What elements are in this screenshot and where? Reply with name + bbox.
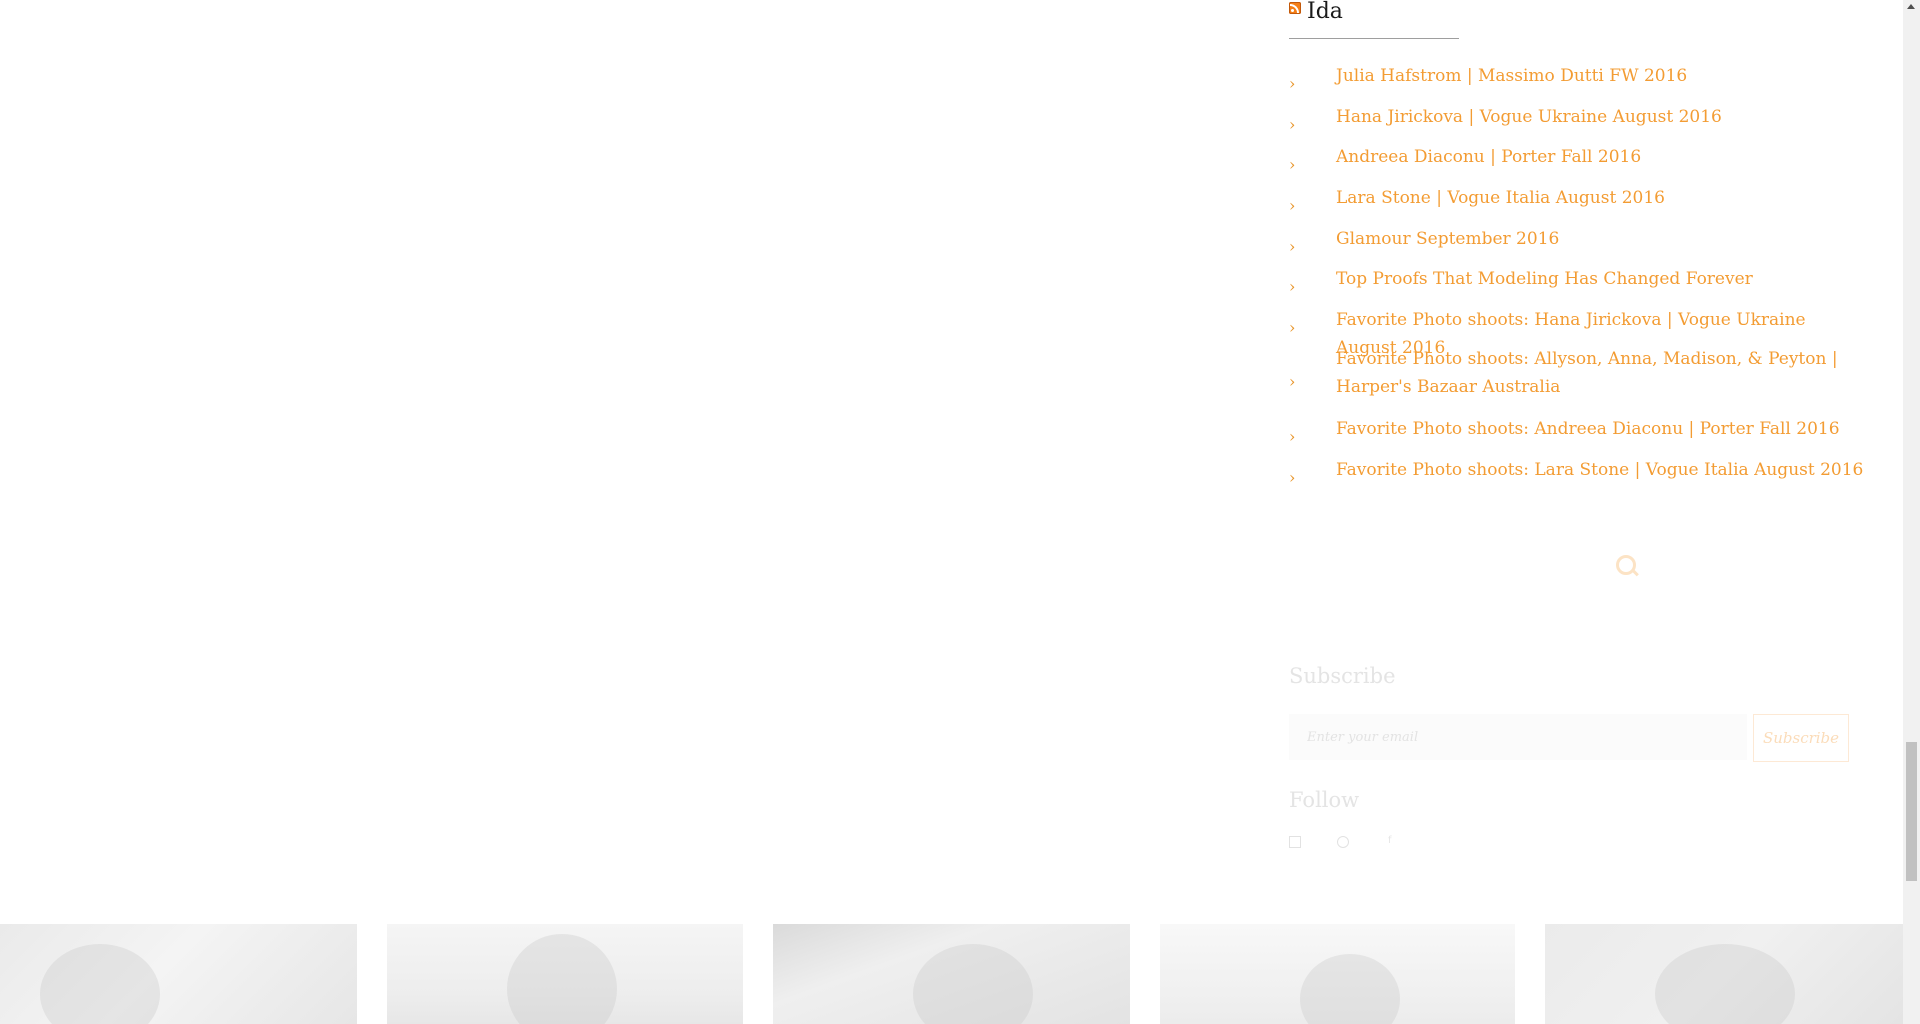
post-link[interactable]: Favorite Photo shoots: Lara Stone | Vogu… — [1336, 456, 1866, 484]
post-link[interactable]: Glamour September 2016 — [1336, 225, 1866, 253]
search-icon-handle — [1631, 568, 1639, 577]
portrait-shape — [1655, 944, 1795, 1024]
scroll-up-arrow-icon[interactable] — [1907, 4, 1915, 9]
post-link[interactable]: Top Proofs That Modeling Has Changed For… — [1336, 265, 1866, 293]
post-link[interactable]: Hana Jirickova | Vogue Ukraine August 20… — [1336, 103, 1866, 131]
instagram-icon[interactable] — [1289, 836, 1301, 848]
subscribe-heading: Subscribe — [1289, 664, 1396, 688]
chevron-right-icon: › — [1289, 427, 1296, 446]
search-icon[interactable] — [1616, 555, 1639, 577]
gallery-image[interactable] — [0, 924, 357, 1024]
pinterest-icon[interactable] — [1337, 836, 1349, 848]
chevron-right-icon: › — [1289, 74, 1296, 93]
post-link[interactable]: Favorite Photo shoots: Allyson, Anna, Ma… — [1336, 345, 1866, 401]
chevron-right-icon: › — [1289, 277, 1296, 296]
chevron-right-icon: › — [1289, 155, 1296, 174]
chevron-right-icon: › — [1289, 115, 1296, 134]
portrait-shape — [40, 944, 160, 1024]
chevron-right-icon: › — [1289, 318, 1296, 337]
gallery-image[interactable] — [1160, 924, 1515, 1024]
instagram-gallery — [0, 924, 1903, 1024]
email-field[interactable] — [1289, 714, 1747, 760]
follow-heading: Follow — [1289, 788, 1360, 812]
post-link[interactable]: Favorite Photo shoots: Andreea Diaconu |… — [1336, 415, 1866, 443]
gallery-image[interactable] — [773, 924, 1130, 1024]
chevron-right-icon: › — [1289, 196, 1296, 215]
gallery-image[interactable] — [1545, 924, 1903, 1024]
chevron-right-icon: › — [1289, 237, 1296, 256]
scrollbar-thumb[interactable] — [1906, 742, 1917, 881]
portrait-shape — [913, 944, 1033, 1024]
post-link[interactable]: Andreea Diaconu | Porter Fall 2016 — [1336, 143, 1866, 171]
post-link[interactable]: Lara Stone | Vogue Italia August 2016 — [1336, 184, 1866, 212]
portrait-shape — [1300, 954, 1400, 1024]
portrait-shape — [507, 934, 617, 1024]
widget-title-row: Ida — [1289, 0, 1343, 24]
chevron-right-icon: › — [1289, 372, 1296, 391]
rss-icon[interactable] — [1289, 2, 1301, 14]
chevron-right-icon: › — [1289, 468, 1296, 487]
post-link[interactable]: Julia Hafstrom | Massimo Dutti FW 2016 — [1336, 62, 1866, 90]
subscribe-button[interactable]: Subscribe — [1753, 714, 1849, 762]
gallery-image[interactable] — [387, 924, 743, 1024]
facebook-icon[interactable]: f — [1388, 836, 1398, 846]
widget-title[interactable]: Ida — [1307, 0, 1343, 24]
title-divider — [1289, 38, 1459, 39]
